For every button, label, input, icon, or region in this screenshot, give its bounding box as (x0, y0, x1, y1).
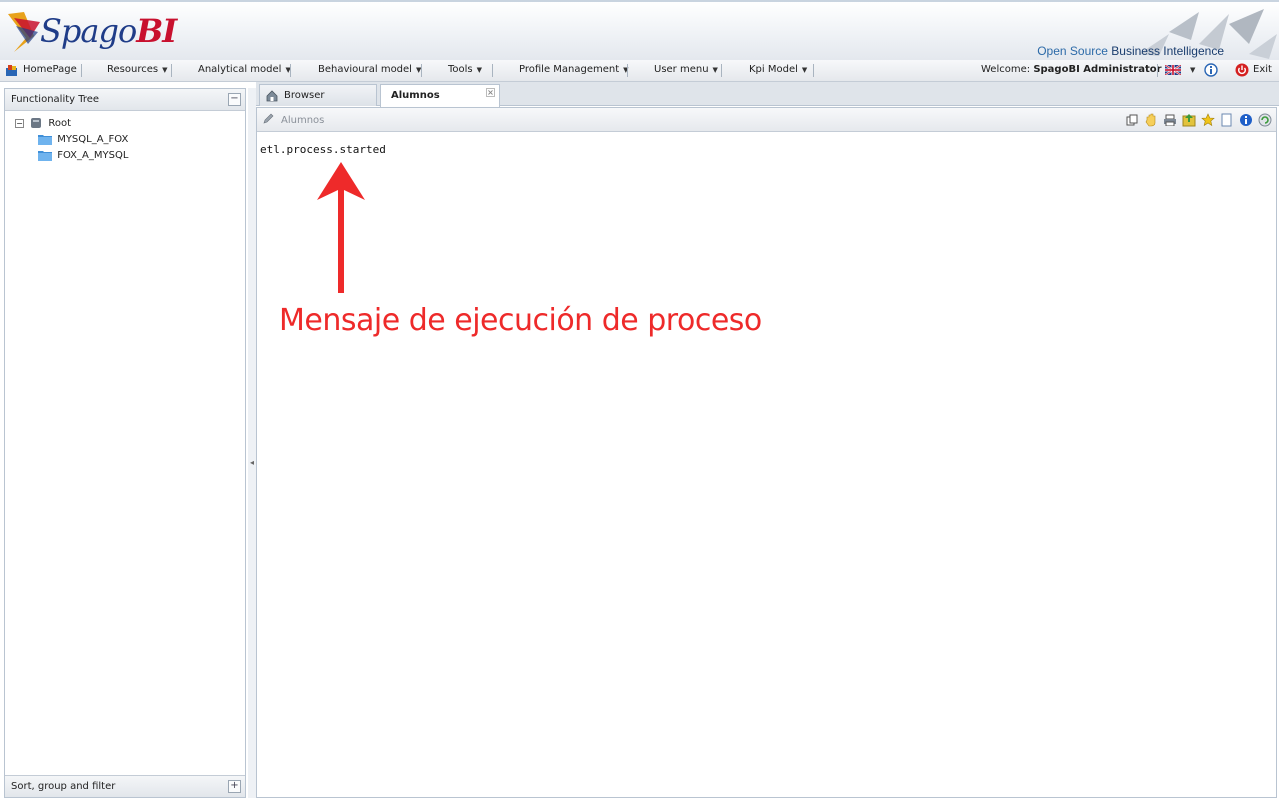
header-banner: SpagoBI Open Source Business Intelligenc… (0, 0, 1279, 60)
welcome-username: SpagoBI Administrator (1033, 64, 1162, 75)
spagobi-app: SpagoBI Open Source Business Intelligenc… (0, 0, 1279, 799)
spagobi-logo: SpagoBI (4, 6, 184, 58)
sort-group-filter-title: Sort, group and filter (11, 781, 116, 792)
functionality-tree: − Root MYSQL_A_FOX FOX_A_MYSQL (5, 111, 245, 165)
document-tabstrip: Browser Alumnos × (256, 82, 1279, 107)
menu-analytical-model-label: Analytical model (198, 64, 282, 75)
logo-bird-icon (8, 12, 40, 52)
close-icon[interactable]: × (486, 88, 495, 97)
functionality-tree-header: Functionality Tree − (5, 89, 245, 111)
panel-splitter[interactable]: ◂ (248, 88, 256, 798)
menu-user-menu-label: User menu (654, 64, 709, 75)
document-title: Alumnos (281, 115, 325, 126)
menu-separator (1157, 64, 1158, 77)
welcome-prefix: Welcome: (981, 64, 1031, 75)
logo-text: Spago (40, 12, 137, 50)
menu-homepage[interactable]: HomePage (23, 64, 77, 75)
menu-behavioural-model[interactable]: Behavioural model ▼ (318, 64, 421, 75)
menu-profile-management[interactable]: Profile Management ▼ (519, 64, 629, 75)
tagline: Open Source Business Intelligence (1037, 44, 1224, 58)
annotation-text: Mensaje de ejecución de proceso (279, 303, 762, 338)
exit-button[interactable]: Exit (1253, 64, 1272, 75)
export-icon[interactable] (1181, 112, 1196, 127)
menu-tools-label: Tools (448, 64, 473, 75)
uk-flag-icon[interactable] (1165, 65, 1181, 75)
menu-homepage-label: HomePage (23, 64, 77, 75)
tree-node-root[interactable]: − Root (15, 117, 245, 133)
document-toolbar: Alumnos (257, 108, 1276, 132)
menu-separator (81, 64, 82, 77)
functionality-tree-title: Functionality Tree (11, 94, 100, 105)
tree-node-root-label: Root (48, 118, 72, 129)
power-icon[interactable] (1235, 63, 1249, 77)
chevron-down-icon: ▼ (162, 66, 168, 74)
process-output-text: etl.process.started (260, 143, 386, 156)
menu-kpi-model[interactable]: Kpi Model ▼ (749, 64, 807, 75)
tab-alumnos-label: Alumnos (391, 90, 440, 101)
chevron-down-icon: ▼ (476, 66, 483, 74)
menu-separator (627, 64, 628, 77)
pencil-icon (263, 113, 274, 124)
tagline-business-intelligence: Business Intelligence (1111, 44, 1224, 58)
sort-group-filter-header[interactable]: Sort, group and filter + (5, 775, 245, 797)
home-icon (6, 65, 17, 76)
hand-icon[interactable] (1143, 112, 1158, 127)
logo-bi-text: BI (136, 12, 177, 50)
chevron-down-icon: ▼ (712, 66, 718, 74)
welcome-text: Welcome: SpagoBI Administrator (981, 64, 1162, 75)
collapse-arrow-icon[interactable]: ◂ (250, 458, 254, 467)
expand-icon[interactable]: + (228, 780, 241, 793)
menu-analytical-model[interactable]: Analytical model ▼ (198, 64, 291, 75)
menu-separator (492, 64, 493, 77)
house-icon (266, 90, 278, 102)
document-content-panel: Alumnos etl.process.started (256, 107, 1277, 798)
tree-node-label: FOX_A_MYSQL (57, 150, 129, 161)
folder-icon (38, 135, 52, 145)
folder-icon (38, 151, 52, 161)
print-icon[interactable] (1162, 112, 1177, 127)
tree-collapse-icon[interactable]: − (15, 118, 24, 128)
menu-separator (421, 64, 422, 77)
menu-behavioural-model-label: Behavioural model (318, 64, 412, 75)
menu-separator (290, 64, 291, 77)
tab-browser[interactable]: Browser (259, 84, 377, 106)
menu-resources-label: Resources (107, 64, 159, 75)
menu-user-menu[interactable]: User menu ▼ (654, 64, 718, 75)
menu-separator (813, 64, 814, 77)
chevron-down-icon[interactable]: ▼ (1190, 66, 1195, 74)
menu-tools[interactable]: Tools ▼ (448, 64, 482, 75)
tree-node-fox-a-mysql[interactable]: FOX_A_MYSQL (38, 149, 245, 165)
server-icon (31, 118, 42, 128)
functionality-tree-panel: Functionality Tree − − Root MYSQL_A_FOX (4, 88, 246, 798)
copy-icon[interactable] (1124, 112, 1139, 127)
annotation-arrow (317, 162, 365, 293)
menu-profile-management-label: Profile Management (519, 64, 620, 75)
chevron-down-icon: ▼ (801, 66, 808, 74)
exit-label: Exit (1253, 64, 1272, 75)
tree-node-label: MYSQL_A_FOX (57, 134, 129, 145)
toolbar-icons (1124, 112, 1272, 127)
menu-separator (721, 64, 722, 77)
tree-children: MYSQL_A_FOX FOX_A_MYSQL (15, 133, 245, 165)
main-menubar: HomePage Resources ▼ Analytical model ▼ Be… (0, 60, 1279, 82)
tab-browser-label: Browser (284, 90, 325, 101)
collapse-icon[interactable]: − (228, 93, 241, 106)
refresh-icon[interactable] (1257, 112, 1272, 127)
menu-resources[interactable]: Resources ▼ (107, 64, 167, 75)
tree-node-mysql-a-fox[interactable]: MYSQL_A_FOX (38, 133, 245, 149)
info-icon[interactable] (1204, 63, 1218, 77)
menu-separator (171, 64, 172, 77)
tagline-open-source: Open Source (1037, 44, 1108, 58)
info-icon[interactable] (1238, 112, 1253, 127)
star-icon[interactable] (1200, 112, 1215, 127)
tab-alumnos[interactable]: Alumnos × (380, 84, 500, 107)
note-icon[interactable] (1219, 112, 1234, 127)
menu-kpi-model-label: Kpi Model (749, 64, 798, 75)
